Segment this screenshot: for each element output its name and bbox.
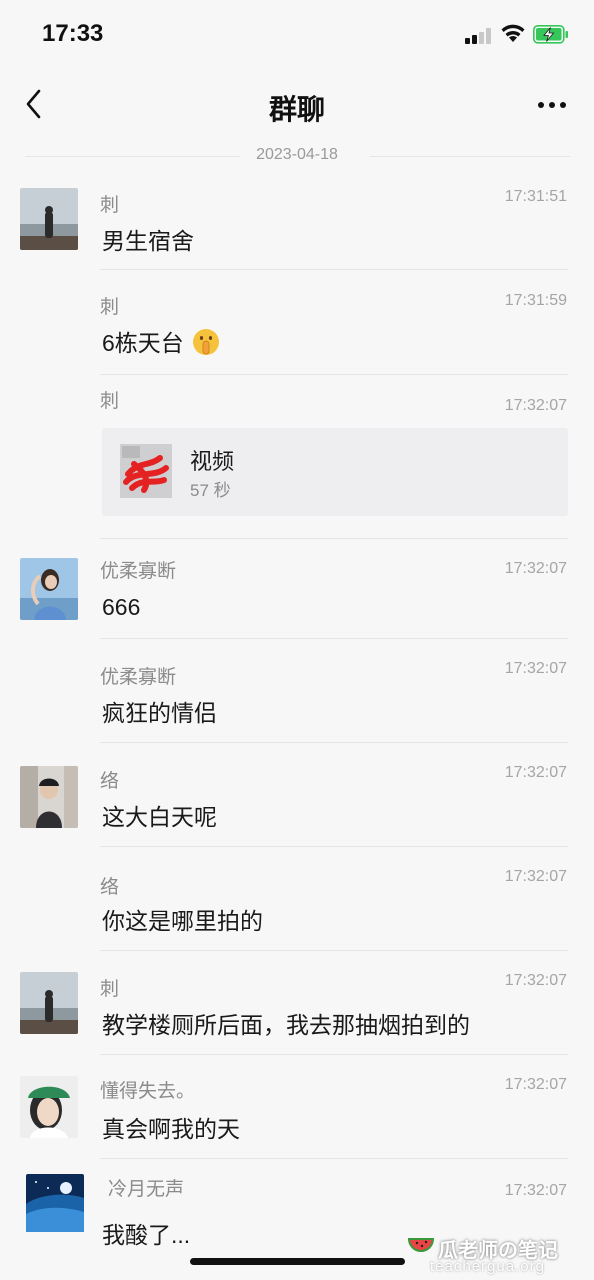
divider — [100, 950, 568, 951]
video-duration: 57 秒 — [190, 481, 231, 500]
sender-name: 优柔寡断 — [100, 667, 177, 688]
message-item[interactable]: 刺 17:32:07 教学楼厕所后面，我去那抽烟拍到的 — [0, 964, 594, 1056]
message-time: 17:32:07 — [504, 397, 567, 414]
avatar[interactable] — [20, 558, 78, 620]
message-text: 你这是哪里拍的 — [102, 908, 263, 934]
nav-bar: 群聊 — [0, 70, 594, 140]
divider — [100, 374, 568, 375]
sender-name: 刺 — [100, 979, 120, 1000]
avatar[interactable] — [20, 188, 78, 250]
sender-name: 络 — [100, 877, 120, 898]
avatar-person-seaside-icon — [20, 972, 78, 1034]
message-item[interactable]: 刺 17:31:59 6栋天台 — [0, 282, 594, 375]
home-indicator[interactable] — [190, 1258, 405, 1265]
sender-name: 冷月无声 — [108, 1179, 185, 1200]
message-text: 男生宿舍 — [102, 228, 194, 254]
status-bar: 17:33 — [0, 0, 594, 70]
message-text: 真会啊我的天 — [102, 1116, 240, 1142]
message-text: 这大白天呢 — [102, 804, 217, 830]
message-item[interactable]: 络 17:32:07 这大白天呢 — [0, 756, 594, 848]
sender-name: 优柔寡断 — [100, 561, 177, 582]
sender-name: 懂得失去。 — [100, 1081, 196, 1102]
sender-name: 络 — [100, 771, 120, 792]
signal-icon — [465, 28, 495, 44]
avatar[interactable] — [20, 766, 78, 828]
divider — [100, 638, 568, 639]
message-item[interactable]: 优柔寡断 17:32:07 疯狂的情侣 — [0, 652, 594, 744]
avatar-girl-blue-icon — [20, 558, 78, 620]
message-time: 17:32:07 — [504, 560, 567, 577]
battery-charging-icon — [533, 25, 568, 44]
shushing-face-emoji-icon — [192, 329, 219, 355]
video-title: 视频 — [190, 449, 235, 474]
avatar-person-cap-icon — [20, 766, 78, 828]
message-text: 6栋天台 — [102, 330, 184, 356]
message-time: 17:31:51 — [504, 188, 567, 205]
message-item[interactable]: 络 17:32:07 你这是哪里拍的 — [0, 860, 594, 952]
avatar-moon-night-icon — [26, 1174, 84, 1232]
divider — [100, 846, 568, 847]
video-thumbnail-scribble-icon — [120, 444, 172, 498]
message-time: 17:32:07 — [504, 764, 567, 781]
avatar[interactable] — [20, 1076, 78, 1138]
message-text-row: 6栋天台 — [102, 324, 220, 358]
divider — [100, 1054, 568, 1055]
video-thumbnail — [120, 444, 172, 498]
sender-name: 刺 — [100, 195, 120, 216]
divider — [100, 742, 568, 743]
message-time: 17:31:59 — [504, 292, 567, 309]
message-item[interactable]: 刺 17:31:51 男生宿舍 — [0, 178, 594, 270]
avatar-person-green-cap-icon — [20, 1076, 78, 1138]
message-time: 17:32:07 — [504, 868, 567, 885]
sender-name: 刺 — [100, 297, 120, 318]
sender-name: 刺 — [100, 391, 120, 412]
video-message-card[interactable]: 视频 57 秒 — [102, 428, 568, 516]
message-time: 17:32:07 — [504, 1076, 567, 1093]
date-text: 2023-04-18 — [256, 146, 338, 163]
message-text: 666 — [102, 594, 141, 620]
avatar[interactable] — [20, 972, 78, 1034]
message-text: 我酸了... — [102, 1222, 191, 1248]
message-text: 教学楼厕所后面，我去那抽烟拍到的 — [102, 1012, 470, 1038]
message-item[interactable]: 优柔寡断 17:32:07 666 — [0, 548, 594, 640]
page-title: 群聊 — [268, 94, 325, 125]
wifi-icon — [501, 24, 525, 42]
watermark-site: teachergua.org — [430, 1258, 545, 1275]
avatar[interactable] — [26, 1174, 84, 1236]
message-time: 17:32:07 — [504, 972, 567, 989]
divider — [100, 269, 568, 270]
message-text: 疯狂的情侣 — [102, 700, 217, 726]
watermark: 瓜老师の笔记 teachergua.org — [408, 1234, 584, 1280]
divider — [100, 1158, 568, 1159]
message-time: 17:32:07 — [504, 1182, 567, 1199]
status-time: 17:33 — [42, 20, 104, 47]
watermelon-logo-icon — [408, 1238, 434, 1252]
message-time: 17:32:07 — [504, 660, 567, 677]
avatar-person-seaside-icon — [20, 188, 78, 250]
message-item[interactable]: 懂得失去。 17:32:07 真会啊我的天 — [0, 1068, 594, 1160]
date-separator: 2023-04-18 — [0, 142, 594, 170]
more-options-icon[interactable] — [534, 92, 570, 116]
divider — [100, 538, 568, 539]
